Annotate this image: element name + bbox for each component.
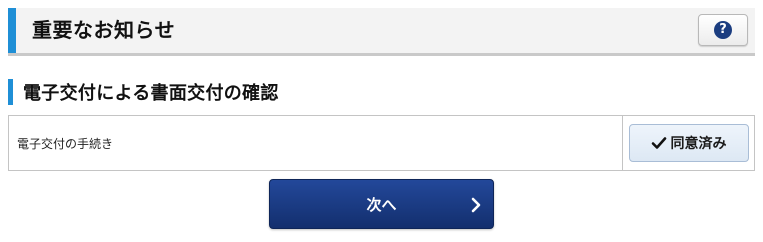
page: 重要なお知らせ ? 電子交付による書面交付の確認 電子交付の手続き 同意済み 次…	[0, 0, 763, 242]
section-heading: 電子交付による書面交付の確認	[8, 79, 279, 105]
agreed-button[interactable]: 同意済み	[628, 124, 749, 162]
chevron-right-icon	[471, 197, 481, 213]
section-title: 電子交付による書面交付の確認	[23, 83, 279, 104]
header-accent-bar	[8, 8, 16, 53]
next-button-label: 次へ	[366, 195, 397, 214]
procedure-status-cell: 同意済み	[623, 116, 754, 170]
procedure-table: 電子交付の手続き 同意済み	[8, 115, 755, 171]
next-button[interactable]: 次へ	[269, 179, 494, 229]
help-button[interactable]: ?	[698, 14, 748, 46]
agreed-button-label: 同意済み	[670, 136, 727, 152]
page-header: 重要なお知らせ ?	[8, 8, 755, 56]
question-circle-icon: ?	[714, 21, 732, 39]
section-accent-bar	[8, 79, 13, 105]
page-title: 重要なお知らせ	[32, 18, 176, 42]
procedure-label: 電子交付の手続き	[9, 116, 623, 170]
check-icon	[651, 137, 666, 149]
